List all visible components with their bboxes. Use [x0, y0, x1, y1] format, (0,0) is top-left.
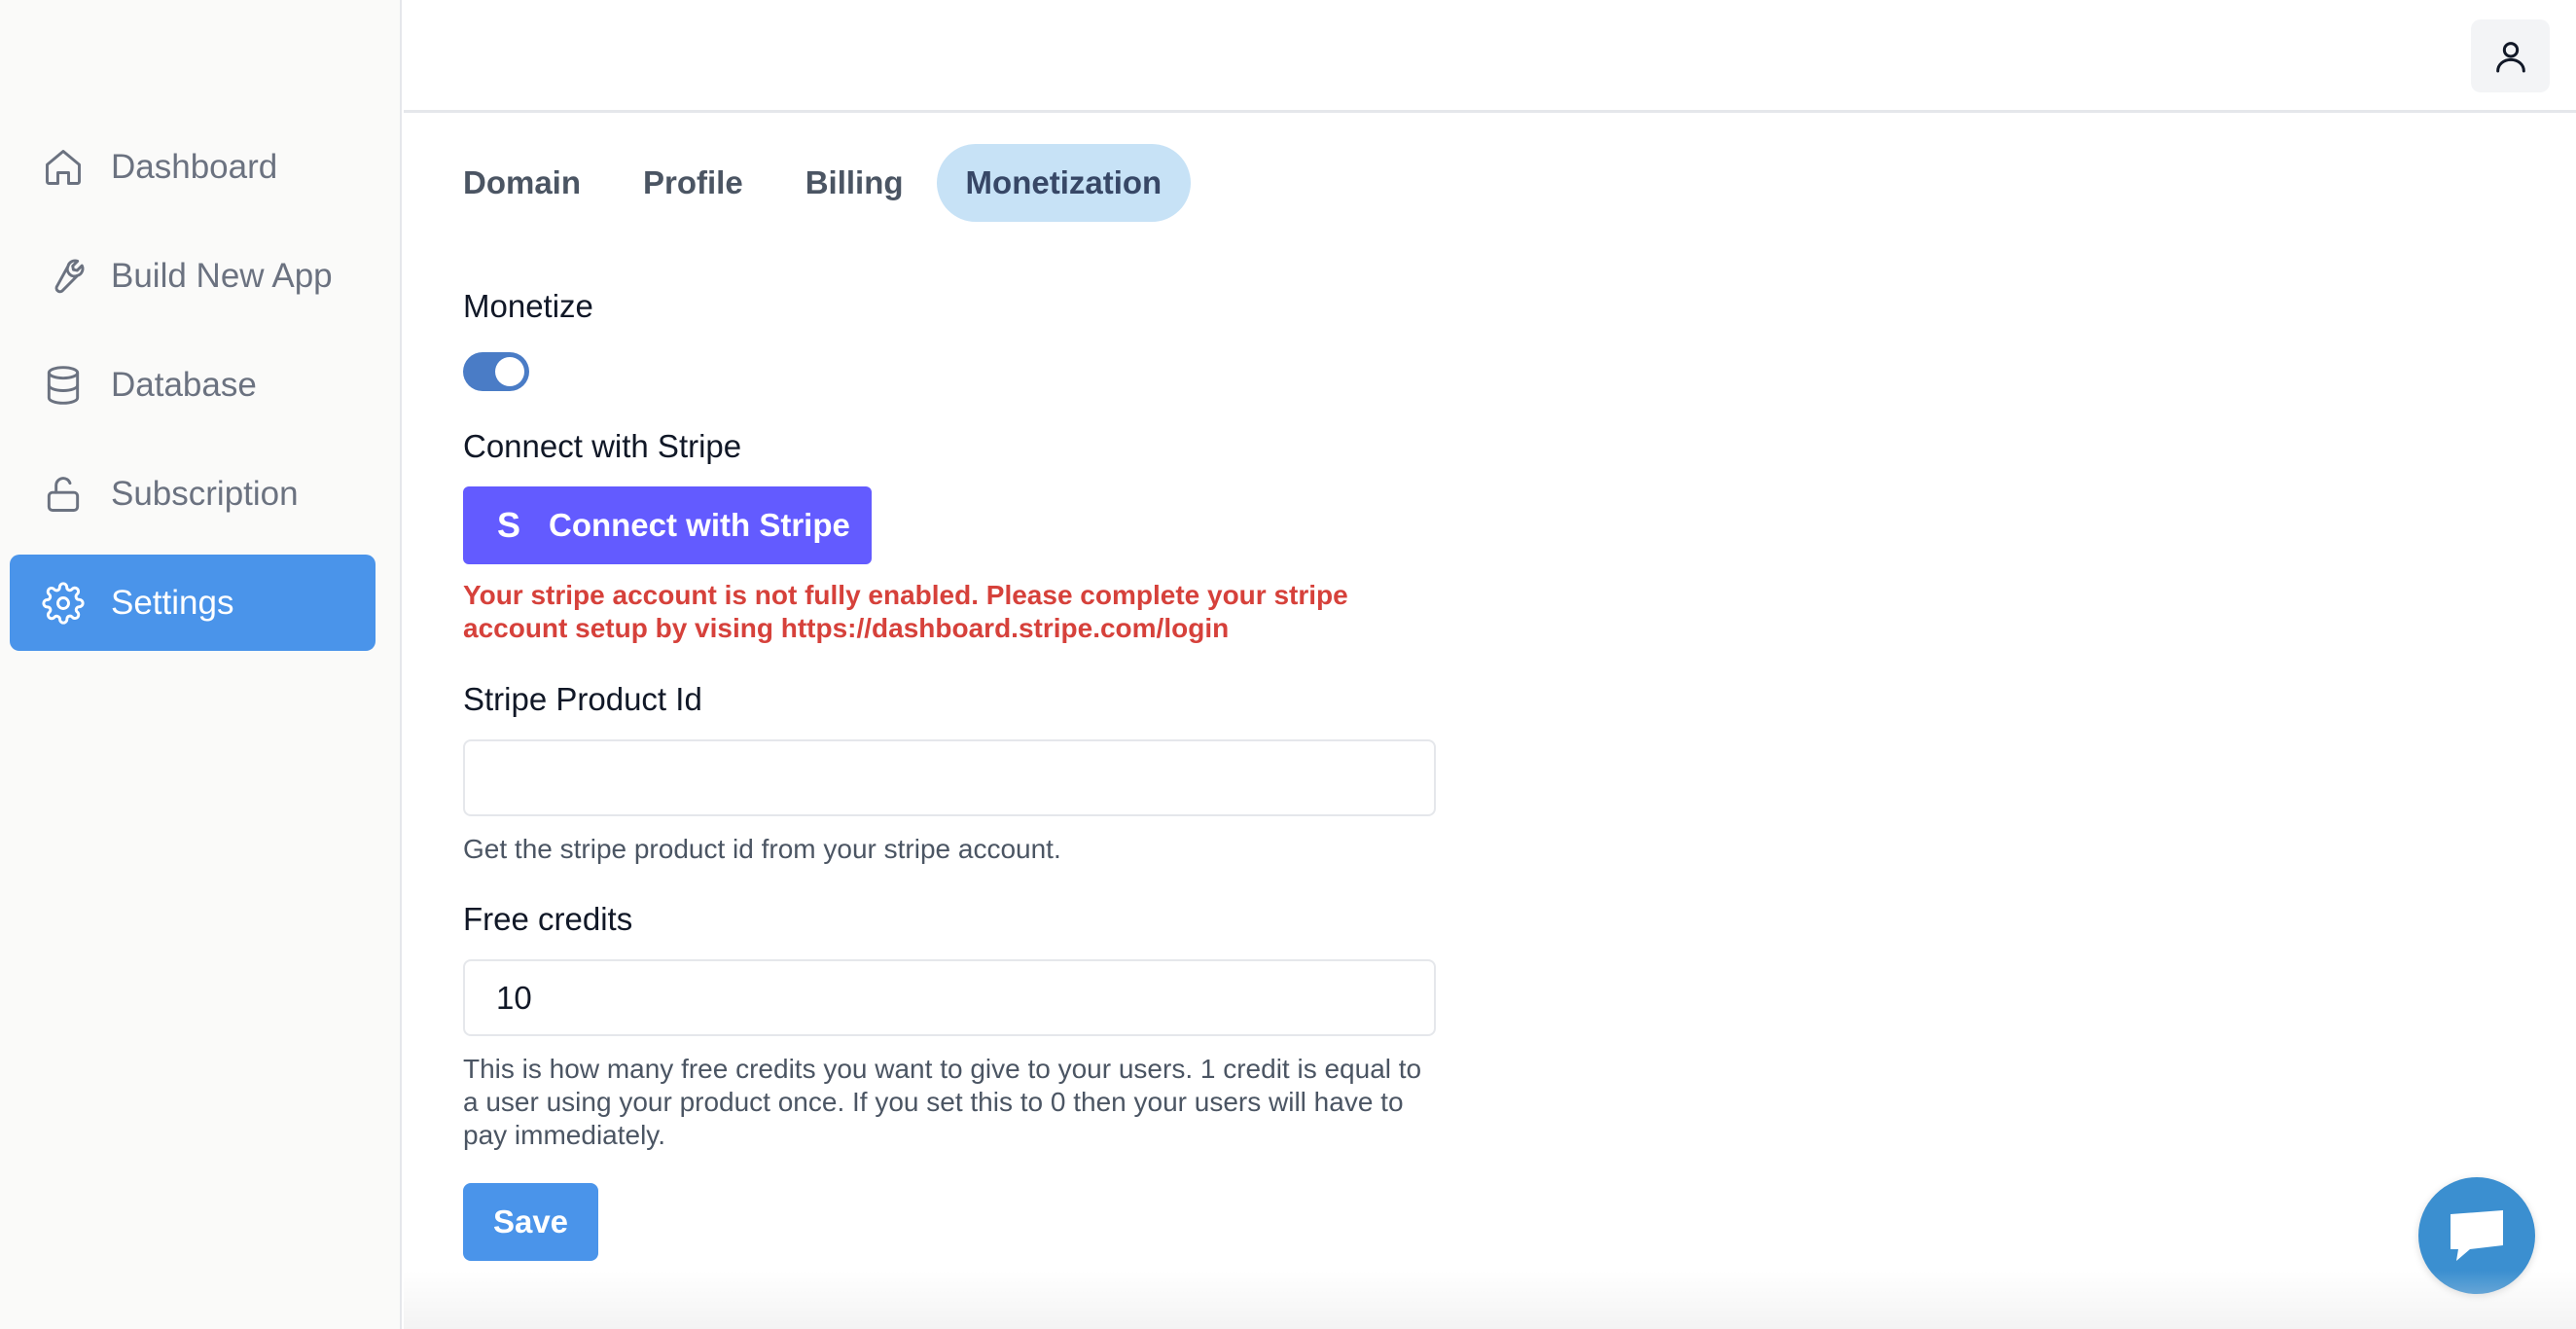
product-id-input[interactable] — [463, 739, 1436, 816]
connect-stripe-button-label: Connect with Stripe — [549, 507, 850, 543]
connect-stripe-button[interactable]: S Connect with Stripe — [463, 486, 872, 564]
database-icon — [41, 363, 86, 408]
unlock-icon — [41, 472, 86, 517]
free-credits-label: Free credits — [463, 901, 633, 937]
sidebar: Dashboard Build New App Database Subscri… — [0, 0, 402, 1329]
user-menu-button[interactable] — [2471, 19, 2550, 92]
sidebar-item-label: Settings — [111, 583, 234, 622]
top-header — [404, 0, 2576, 113]
connect-stripe-label: Connect with Stripe — [463, 428, 742, 464]
sidebar-item-label: Build New App — [111, 256, 333, 295]
sidebar-nav: Dashboard Build New App Database Subscri… — [10, 119, 376, 664]
wrench-icon — [41, 254, 86, 299]
tab-monetization[interactable]: Monetization — [936, 144, 1192, 222]
settings-tabs: Domain Profile Billing Monetization — [434, 144, 1195, 222]
toggle-knob — [495, 357, 524, 386]
monetize-label: Monetize — [463, 288, 593, 324]
sidebar-item-label: Dashboard — [111, 147, 278, 186]
stripe-error-message: Your stripe account is not fully enabled… — [463, 580, 1348, 643]
product-id-label: Stripe Product Id — [463, 681, 702, 717]
sidebar-item-label: Database — [111, 365, 257, 404]
free-credits-help: This is how many free credits you want t… — [463, 1054, 1422, 1150]
sidebar-item-database[interactable]: Database — [10, 337, 376, 433]
save-button[interactable]: Save — [463, 1183, 598, 1261]
tab-billing[interactable]: Billing — [776, 144, 933, 222]
bottom-fade — [404, 1271, 2576, 1329]
free-credits-input[interactable] — [463, 959, 1436, 1036]
stripe-logo-icon: S — [496, 505, 520, 545]
tab-profile[interactable]: Profile — [614, 144, 772, 222]
sidebar-item-subscription[interactable]: Subscription — [10, 446, 376, 542]
monetize-toggle[interactable] — [463, 352, 529, 391]
sidebar-item-settings[interactable]: Settings — [10, 555, 376, 651]
gear-icon — [41, 581, 86, 626]
sidebar-item-label: Subscription — [111, 474, 299, 513]
sidebar-item-build-new-app[interactable]: Build New App — [10, 228, 376, 324]
product-id-help: Get the stripe product id from your stri… — [463, 834, 1061, 864]
user-icon — [2491, 37, 2530, 76]
sidebar-item-dashboard[interactable]: Dashboard — [10, 119, 376, 215]
chat-icon — [2447, 1208, 2507, 1263]
tab-domain[interactable]: Domain — [434, 144, 610, 222]
home-icon — [41, 145, 86, 190]
chat-widget-button[interactable] — [2418, 1177, 2535, 1294]
